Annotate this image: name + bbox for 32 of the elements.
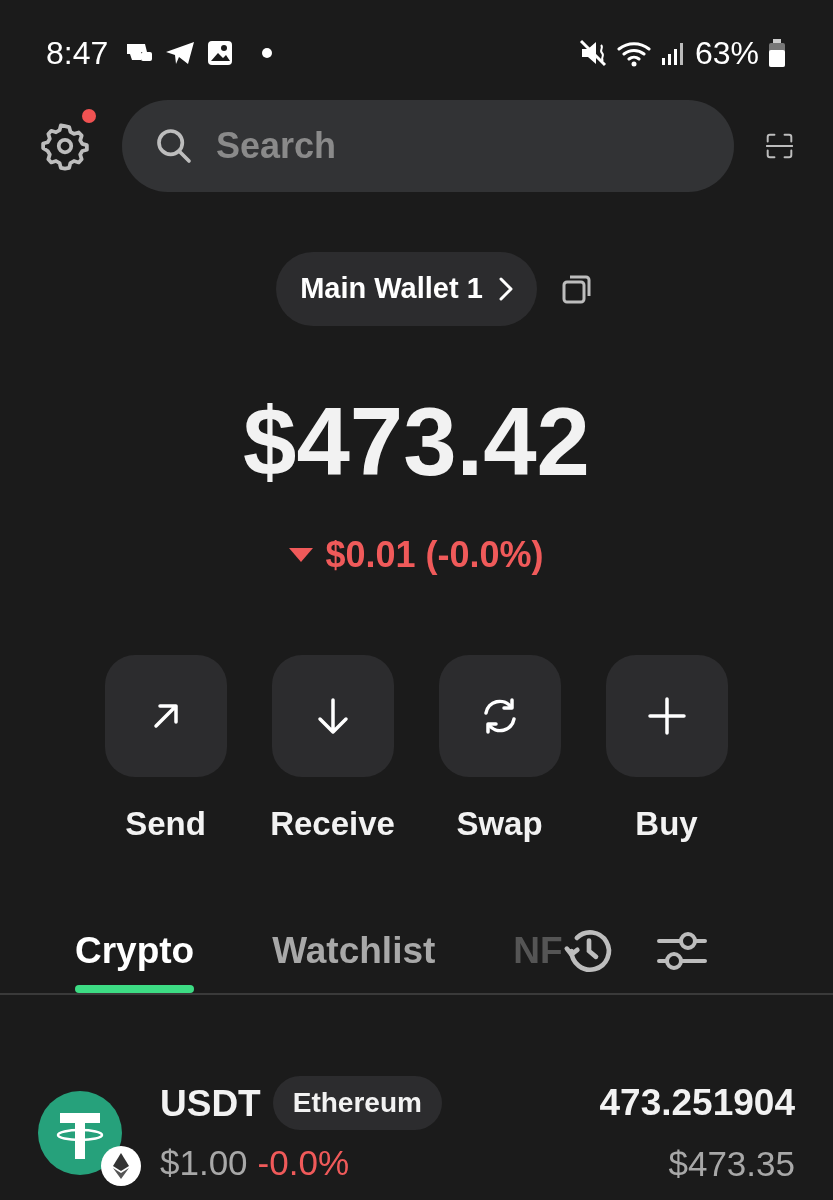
price-change: -0.0% <box>257 1142 350 1184</box>
search-field[interactable]: Search <box>122 100 734 192</box>
token-balance: 473.251904 <box>599 1080 795 1125</box>
action-label: Buy <box>635 804 698 844</box>
tab[interactable]: Crypto <box>75 908 195 993</box>
status-time: 8:47 <box>46 34 109 73</box>
copy-icon[interactable] <box>560 273 593 305</box>
action-label: Send <box>125 804 206 844</box>
balance-amount: $473.42 <box>242 394 591 490</box>
chevron-right-icon <box>498 277 513 301</box>
swap-button[interactable] <box>438 655 561 777</box>
tab[interactable]: Watchlist <box>272 908 436 993</box>
battery-percentage: 63% <box>694 34 759 73</box>
token-symbol: USDT <box>160 1081 261 1126</box>
search-icon <box>154 126 194 166</box>
token-price: $1.00 <box>160 1142 248 1184</box>
dot-icon <box>262 48 273 58</box>
mute-icon <box>578 39 609 67</box>
balance-change: $0.01 (-0.0%) <box>325 533 544 577</box>
action-label: Swap <box>456 804 543 844</box>
action-label: Receive <box>270 804 395 844</box>
battery-icon <box>767 38 787 68</box>
token-logo-icon <box>38 1090 122 1175</box>
network-badge-icon <box>100 1144 142 1187</box>
paper-plane-icon <box>164 40 197 66</box>
token-value: $473.35 <box>668 1143 795 1185</box>
sliders-icon[interactable] <box>656 930 707 971</box>
settings-icon[interactable] <box>40 121 90 171</box>
network-tag: Ethereum <box>272 1076 442 1131</box>
image-icon <box>206 39 235 67</box>
wallet-selector[interactable]: Main Wallet 1 <box>276 252 537 326</box>
wifi-icon <box>616 39 653 67</box>
